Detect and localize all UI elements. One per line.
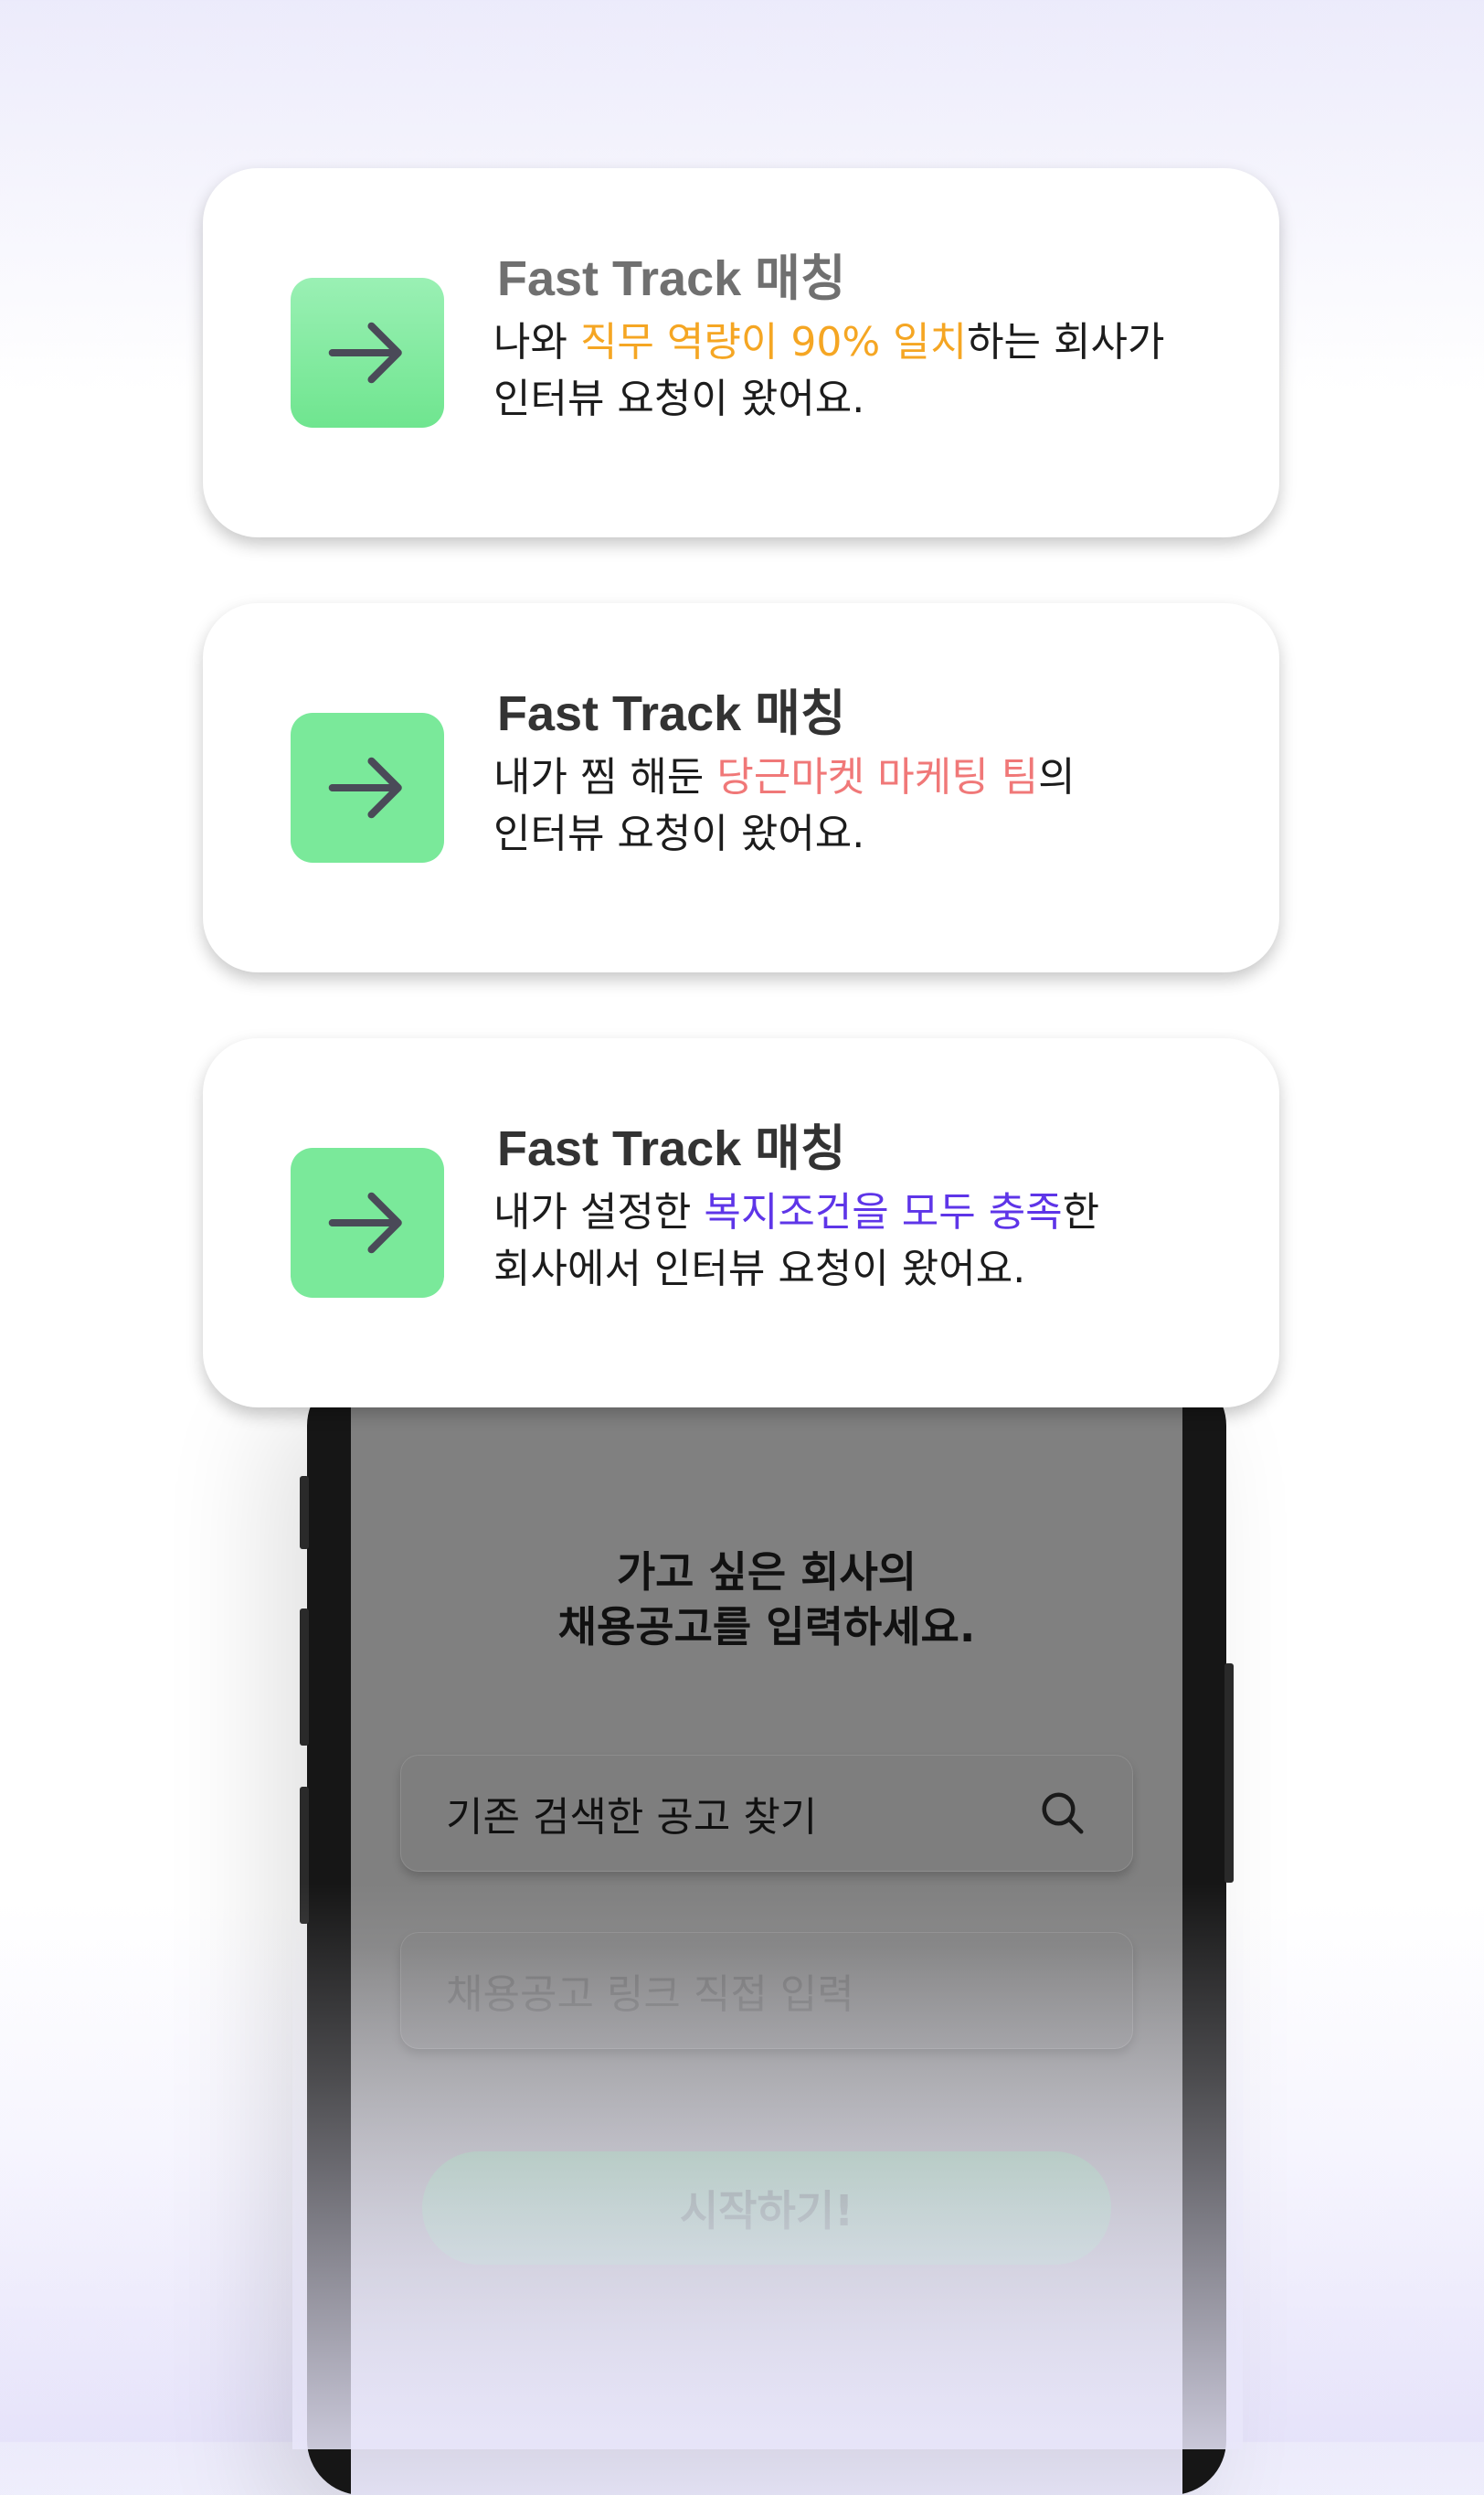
phone-screen: 가고 싶은 회사의 채용공고를 입력하세요. 기존 검색한 공고 찾기 채용공고… [351,1371,1182,2495]
arrow-right-icon [328,1192,402,1254]
search-icon[interactable] [1038,1789,1087,1838]
message-text: 내가 설정한 [493,1189,705,1236]
message-text: 하는 회사가 [967,319,1165,366]
screen-heading-line1: 가고 싶은 회사의 [616,1547,917,1597]
message-text: 의 [1038,754,1076,801]
message-highlight: 직무 역량이 90% 일치 [579,319,968,366]
arrow-button [291,713,444,863]
phone-mockup: 가고 싶은 회사의 채용공고를 입력하세요. 기존 검색한 공고 찾기 채용공고… [300,1371,1234,2495]
notification-card[interactable]: Fast Track 매칭 내가 설정한 복지조건을 모두 충족한 회사에서 인… [203,1038,1279,1407]
card-message: 내가 설정한 복지조건을 모두 충족한 회사에서 인터뷰 요청이 왔어요. [493,1184,1243,1298]
screen-heading: 가고 싶은 회사의 채용공고를 입력하세요. [351,1545,1182,1654]
card-message-line2: 인터뷰 요청이 왔어요. [493,376,865,422]
start-button[interactable]: 시작하기! [422,2151,1111,2265]
search-field-label: 기존 검색한 공고 찾기 [446,1794,818,1841]
message-text: 나와 [493,319,580,366]
job-posting-link-input[interactable]: 채용공고 링크 직접 입력 [400,1932,1133,2049]
screen-heading-line2: 채용공고를 입력하세요. [557,1602,976,1651]
phone-volume-up-button [300,1608,309,1746]
phone-power-button [1224,1663,1234,1883]
card-message: 내가 찜 해둔 당근마켓 마케팅 팀의 인터뷰 요청이 왔어요. [493,749,1243,863]
card-message: 나와 직무 역량이 90% 일치하는 회사가 인터뷰 요청이 왔어요. [493,314,1243,428]
card-message-line1: 나와 직무 역량이 90% 일치하는 회사가 [493,314,1243,371]
link-input-placeholder: 채용공고 링크 직접 입력 [446,1971,854,2018]
search-previous-postings-field[interactable]: 기존 검색한 공고 찾기 [400,1755,1133,1872]
arrow-right-icon [328,322,402,384]
card-message-line1: 내가 찜 해둔 당근마켓 마케팅 팀의 [493,749,1243,806]
card-title: Fast Track 매칭 [497,251,846,306]
phone-side-button [300,1476,309,1549]
card-title: Fast Track 매칭 [497,686,846,741]
arrow-right-icon [328,757,402,819]
message-highlight: 복지조건을 모두 충족 [704,1189,1063,1236]
start-button-label: 시작하기! [679,2186,854,2235]
card-message-line2: 인터뷰 요청이 왔어요. [493,811,865,857]
card-message-line2: 회사에서 인터뷰 요청이 왔어요. [493,1246,1026,1292]
message-text: 한 [1062,1189,1100,1236]
message-highlight: 당근마켓 마케팅 팀 [716,754,1039,801]
card-title: Fast Track 매칭 [497,1121,846,1176]
card-message-line1: 내가 설정한 복지조건을 모두 충족한 [493,1184,1243,1241]
phone-volume-down-button [300,1787,309,1924]
message-text: 내가 찜 해둔 [493,754,717,801]
arrow-button [291,278,444,428]
notification-card[interactable]: Fast Track 매칭 내가 찜 해둔 당근마켓 마케팅 팀의 인터뷰 요청… [203,603,1279,972]
arrow-button [291,1148,444,1298]
notification-card[interactable]: Fast Track 매칭 나와 직무 역량이 90% 일치하는 회사가 인터뷰… [203,168,1279,537]
